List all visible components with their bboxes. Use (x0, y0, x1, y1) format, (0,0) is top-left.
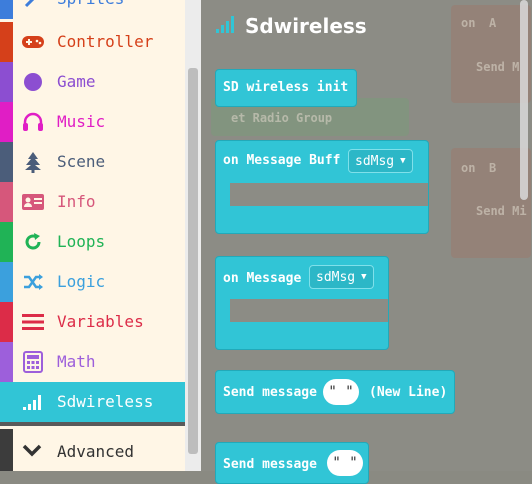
category-label: Scene (57, 152, 106, 171)
background-block-label: on (461, 161, 476, 175)
gamepad-icon (21, 31, 45, 53)
dropdown-value: sdMsg (316, 269, 356, 285)
category-color-bar (0, 62, 13, 102)
category-advanced[interactable]: Advanced (0, 429, 185, 471)
sdmsg-variable-dropdown[interactable]: sdMsg ▼ (348, 149, 413, 173)
message-text-input[interactable]: " " (323, 379, 359, 405)
category-controller[interactable]: Controller (0, 22, 185, 62)
category-color-bar (0, 0, 13, 19)
category-scene[interactable]: Scene (0, 142, 185, 182)
block-statement-slot (230, 299, 388, 322)
id-card-icon (21, 191, 45, 213)
category-label: Math (57, 352, 96, 371)
category-label: Loops (57, 232, 106, 251)
flyout-header: Sdwireless (215, 14, 367, 38)
category-color-bar (0, 142, 13, 182)
menu-scrollbar-thumb[interactable] (188, 68, 198, 454)
shuffle-icon (21, 271, 45, 293)
category-label: Game (57, 72, 96, 91)
background-block-label: Send M (476, 60, 520, 74)
category-label: Advanced (57, 442, 135, 461)
sd-wireless-init-block[interactable]: SD wireless init (215, 69, 357, 107)
category-label: Variables (57, 312, 144, 331)
category-color-bar (0, 262, 13, 302)
loop-icon (21, 231, 45, 253)
signal-icon (21, 391, 45, 413)
background-block-label: Send Mi (476, 204, 527, 218)
category-loops[interactable]: Loops (0, 222, 185, 262)
message-text-input[interactable]: " " (327, 450, 363, 476)
category-label: Music (57, 112, 106, 131)
category-color-bar (0, 302, 13, 342)
sdmsg-variable-dropdown[interactable]: sdMsg ▼ (309, 265, 374, 289)
category-music[interactable]: Music (0, 102, 185, 142)
category-menu: Sprites Controller Game Music Scene (0, 0, 185, 471)
category-color-bar (0, 22, 13, 62)
category-color-bar (0, 182, 13, 222)
block-label: Send message (223, 457, 317, 472)
block-label: Send message (223, 385, 317, 400)
category-info[interactable]: Info (0, 182, 185, 222)
signal-icon (215, 14, 237, 38)
list-icon (21, 311, 45, 333)
category-color-bar (0, 382, 13, 422)
background-block-label: A (489, 16, 497, 30)
block-label: SD wireless init (223, 80, 349, 95)
category-label: Sprites (57, 0, 124, 9)
circle-icon (21, 71, 45, 93)
block-suffix: (New Line) (369, 385, 448, 400)
headphones-icon (21, 111, 45, 133)
flyout-title: Sdwireless (245, 14, 367, 38)
workspace-scrollbar[interactable] (520, 0, 528, 200)
category-sdwireless[interactable]: Sdwireless (0, 382, 185, 422)
background-block-label: B (489, 161, 497, 175)
dropdown-arrow-icon: ▼ (361, 272, 367, 282)
block-label: on Message (223, 271, 302, 286)
category-label: Logic (57, 272, 106, 291)
tree-icon (21, 151, 45, 173)
block-statement-slot (230, 183, 428, 206)
category-label: Info (57, 192, 96, 211)
background-block-label: on (461, 16, 476, 30)
category-color-bar (0, 102, 13, 142)
menu-divider (0, 422, 185, 426)
category-sprites[interactable]: Sprites (0, 0, 185, 19)
dropdown-arrow-icon: ▼ (400, 156, 406, 166)
block-label: on Message Buff (223, 153, 341, 168)
category-game[interactable]: Game (0, 62, 185, 102)
category-logic[interactable]: Logic (0, 262, 185, 302)
menu-scrollbar[interactable] (185, 0, 201, 471)
category-color-bar (0, 429, 13, 471)
category-label: Sdwireless (57, 392, 154, 411)
sprites-icon (21, 0, 45, 10)
category-variables[interactable]: Variables (0, 302, 185, 342)
category-math[interactable]: Math (0, 342, 185, 382)
calculator-icon (21, 351, 45, 373)
category-color-bar (0, 342, 13, 382)
background-block-label: et Radio Group (231, 111, 333, 125)
category-label: Controller (57, 32, 154, 51)
category-color-bar (0, 222, 13, 262)
dropdown-value: sdMsg (355, 153, 395, 169)
chevron-down-icon (21, 442, 43, 461)
